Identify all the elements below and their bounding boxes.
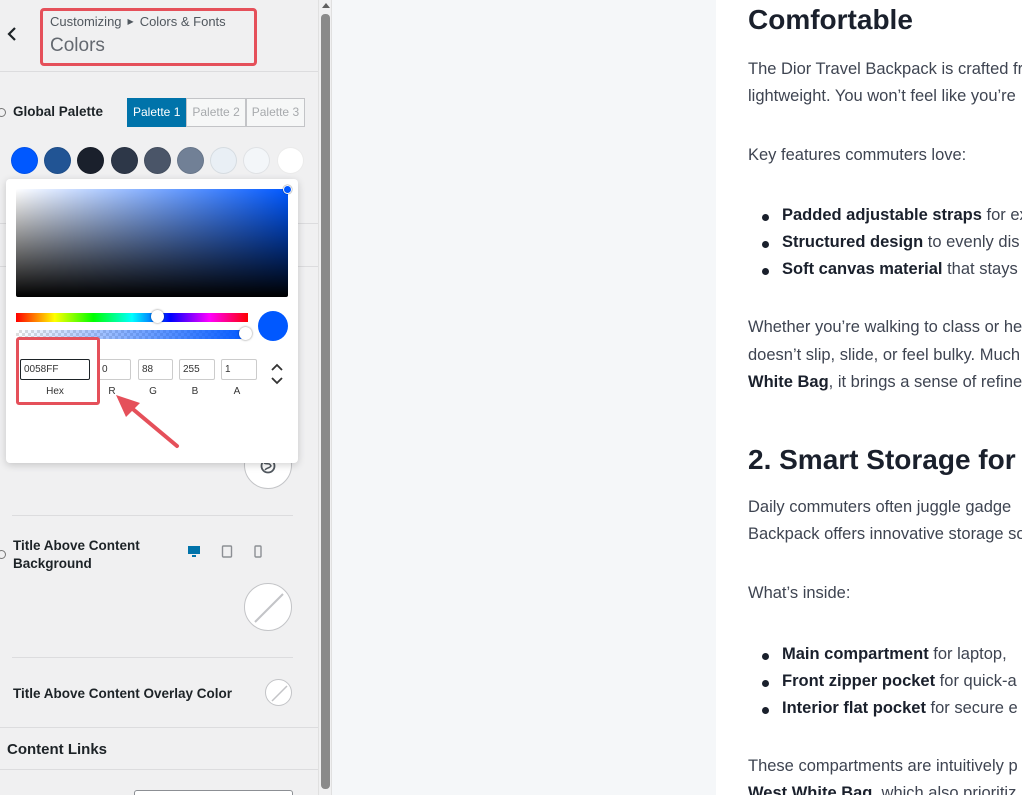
palette-swatch-2[interactable] (44, 147, 72, 174)
title-bg-color-button[interactable] (244, 583, 292, 631)
palette-swatch-4[interactable] (110, 147, 138, 174)
preview-background (332, 0, 716, 795)
chevron-down-icon[interactable] (270, 376, 284, 385)
list-item-rest: for secure e (925, 699, 1018, 717)
paragraph-line: lightweight. You won’t feel like you’re (748, 87, 1016, 105)
list-item-rest: for quick-a (935, 672, 1017, 690)
alpha-handle[interactable] (239, 327, 252, 340)
no-color-icon (254, 593, 284, 623)
divider (12, 515, 293, 516)
list-item: Structured design to evenly dis (748, 233, 1020, 252)
list-item-bold: Padded adjustable straps (782, 206, 982, 224)
paragraph-line: What’s inside: (748, 584, 851, 602)
paragraph-line: Whether you’re walking to class or he (748, 318, 1022, 336)
list-item-bold: Front zipper pocket (782, 672, 936, 690)
scroll-up-icon[interactable] (322, 3, 330, 8)
breadcrumb-separator-icon: ▶ (127, 17, 134, 26)
saturation-handle[interactable] (283, 185, 292, 194)
palette-tab-2[interactable]: Palette 2 (186, 98, 246, 127)
palette-swatch-7[interactable] (210, 147, 238, 174)
palette-swatch-3[interactable] (77, 147, 105, 174)
hex-highlight-annotation (16, 337, 100, 405)
b-label: B (191, 386, 199, 397)
chevron-left-icon (7, 27, 16, 41)
bold-link-text[interactable]: West White Bag (748, 784, 872, 795)
paragraph-line: Backpack offers innovative storage so (748, 525, 1022, 543)
overlay-color-button[interactable] (265, 679, 292, 706)
customizer-sidebar: Customizing ▶ Colors & Fonts Colors Glob… (0, 0, 320, 795)
paragraph-line: Daily commuters often juggle gadge (748, 498, 1012, 516)
list-item-rest: for ex (986, 206, 1022, 224)
palette-tab-1[interactable]: Palette 1 (127, 98, 187, 127)
palette-swatch-6[interactable] (176, 147, 204, 174)
palette-swatch-1[interactable] (11, 147, 38, 174)
hue-slider[interactable] (16, 313, 248, 322)
content-links-section[interactable]: Content Links (0, 727, 318, 770)
reset-dot-icon[interactable] (0, 108, 6, 117)
mobile-icon[interactable] (253, 545, 263, 558)
list-item-bold: Main compartment (782, 645, 929, 663)
palette-tabs: Palette 1 Palette 2 Palette 3 (127, 98, 306, 127)
divider (12, 657, 293, 658)
list-item: Front zipper pocket for quick-a (748, 672, 1017, 691)
palette-swatch-5[interactable] (143, 147, 171, 174)
list-item-rest: that stays (942, 260, 1018, 278)
breadcrumb-parent: Colors & Fonts (139, 14, 226, 29)
list-item: Main compartment for laptop, (748, 645, 1007, 664)
back-button[interactable] (0, 8, 24, 60)
global-palette-label: Global Palette (13, 104, 104, 119)
heading-smart-storage: 2. Smart Storage for (748, 444, 1016, 475)
list-item-bold: Structured design (782, 233, 924, 251)
no-color-icon (271, 685, 288, 702)
palette-swatch-9[interactable] (276, 147, 304, 174)
hue-handle[interactable] (151, 310, 164, 323)
b-input[interactable] (179, 359, 215, 380)
paragraph-line: The Dior Travel Backpack is crafted fr (748, 60, 1022, 78)
list-item-rest: for laptop, (928, 645, 1007, 663)
color-picker-popup: Hex R G B A (6, 179, 298, 463)
paragraph-text: , it brings a sense of refine (828, 373, 1022, 391)
paragraph-text: , which also prioritiz (872, 784, 1017, 795)
list-item: Padded adjustable straps for ex (748, 206, 1022, 225)
overlay-color-label: Title Above Content Overlay Color (13, 686, 233, 701)
section-title: Colors (50, 35, 105, 56)
g-input[interactable] (138, 359, 173, 380)
customizer-header: Customizing ▶ Colors & Fonts Colors (0, 0, 318, 72)
annotation-arrow-icon (116, 395, 179, 448)
heading-comfortable: Comfortable (748, 4, 913, 35)
content-links-select[interactable] (134, 790, 293, 795)
article-preview: Comfortable The Dior Travel Backpack is … (716, 0, 1022, 795)
paragraph-line: West White Bag, which also prioritiz (748, 780, 1016, 795)
saturation-value-area[interactable] (16, 185, 292, 297)
palette-tab-3[interactable]: Palette 3 (245, 98, 306, 127)
paragraph-line: These compartments are intuitively p (748, 757, 1018, 775)
list-item-rest: to evenly dis (923, 233, 1020, 251)
breadcrumb-root: Customizing (50, 14, 122, 29)
title-bg-label: Title Above Content Background (13, 538, 140, 571)
tablet-icon[interactable] (221, 545, 233, 558)
r-input[interactable] (98, 359, 131, 380)
format-toggle[interactable] (270, 363, 284, 385)
breadcrumb: Customizing ▶ Colors & Fonts (50, 14, 254, 29)
device-switcher (187, 545, 263, 558)
a-input[interactable] (221, 359, 257, 380)
reset-dot-icon[interactable] (0, 550, 6, 559)
list-item: Soft canvas material that stays (748, 260, 1018, 279)
a-label: A (233, 386, 241, 397)
desktop-icon[interactable] (187, 545, 201, 558)
list-item-bold: Interior flat pocket (782, 699, 926, 717)
chevron-up-icon[interactable] (270, 363, 284, 372)
palette-swatches (11, 147, 304, 174)
palette-swatch-8[interactable] (243, 147, 271, 174)
section-title-box: Customizing ▶ Colors & Fonts Colors (40, 8, 257, 66)
list-item-bold: Soft canvas material (782, 260, 943, 278)
paragraph-line: doesn’t slip, slide, or feel bulky. Much (748, 346, 1021, 364)
list-item: Interior flat pocket for secure e (748, 699, 1018, 718)
scroll-thumb[interactable] (321, 14, 330, 789)
sidebar-scrollbar[interactable] (318, 0, 332, 795)
paragraph-line: Key features commuters love: (748, 146, 967, 164)
color-preview (258, 311, 288, 341)
bold-link-text[interactable]: White Bag (748, 373, 829, 391)
paragraph-line: White Bag, it brings a sense of refine (748, 369, 1022, 396)
